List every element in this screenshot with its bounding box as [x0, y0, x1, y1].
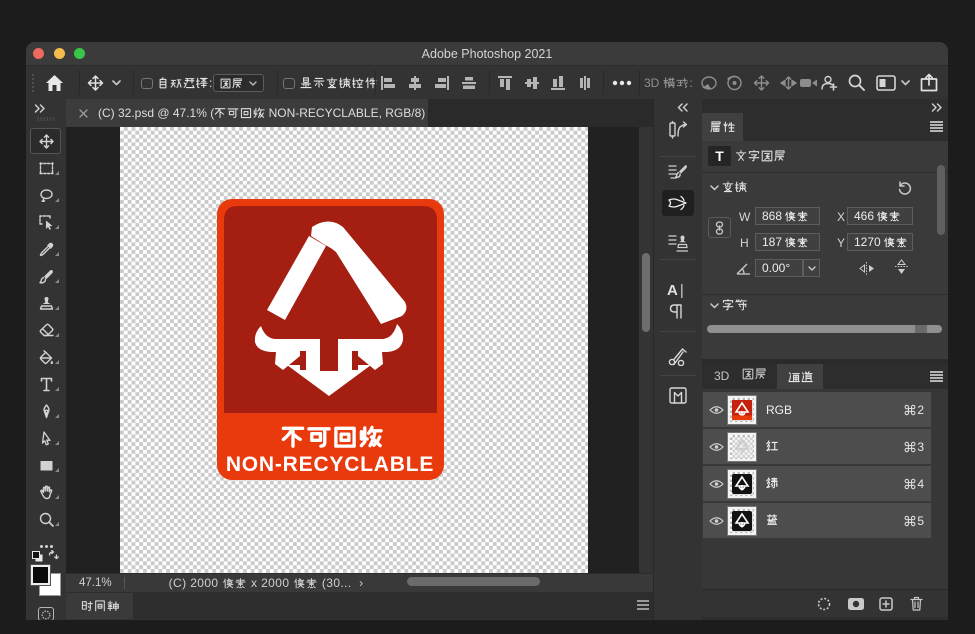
svg-text:NON-RECYCLABLE: NON-RECYCLABLE	[226, 453, 434, 476]
